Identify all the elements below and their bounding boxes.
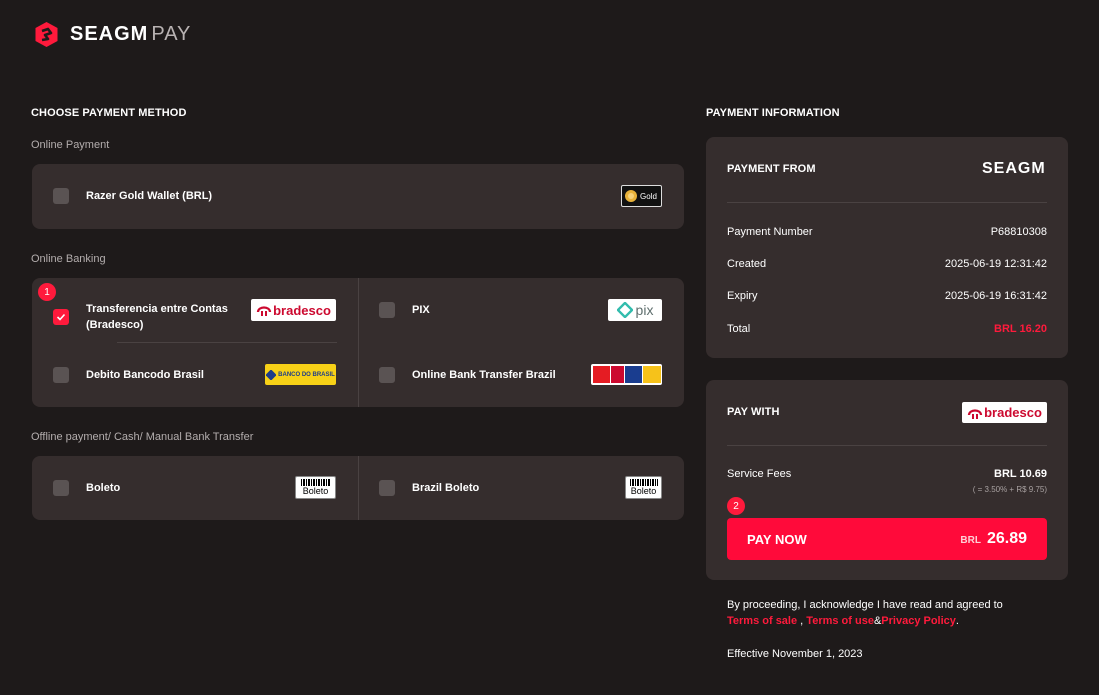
- service-fees-row: Service Fees BRL 10.69: [727, 468, 1047, 480]
- razer-gold-logo-icon: Gold: [621, 185, 662, 207]
- service-fees-label: Service Fees: [727, 468, 792, 480]
- payment-from-divider: [727, 202, 1047, 203]
- online-bank-transfer-checkbox[interactable]: [379, 367, 395, 383]
- online-banking-label: Online Banking: [31, 253, 106, 265]
- bradesco-transfer-checkbox[interactable]: [53, 309, 69, 325]
- payment-information-title: PAYMENT INFORMATION: [706, 107, 840, 119]
- bradesco-logo-icon: bradesco: [251, 299, 336, 321]
- created-value: 2025-06-19 12:31:42: [944, 258, 1047, 270]
- pay-now-label: PAY NOW: [747, 531, 807, 547]
- boleto-logo-icon: Boleto: [295, 476, 336, 499]
- razer-gold-checkbox[interactable]: [53, 188, 69, 204]
- privacy-policy-link[interactable]: Privacy Policy: [881, 615, 956, 627]
- method-label: Transferencia entre Contas (Bradesco): [86, 303, 228, 331]
- merchant-logo: SEAGM: [982, 160, 1046, 177]
- created-row: Created 2025-06-19 12:31:42: [727, 258, 1047, 270]
- effective-date: Effective November 1, 2023: [727, 648, 863, 660]
- boleto-logo-icon: Boleto: [625, 476, 662, 499]
- column-divider: [358, 456, 359, 520]
- payment-number-row: Payment Number P68810308: [727, 226, 1047, 238]
- legal-text: By proceeding, I acknowledge I have read…: [727, 599, 1003, 627]
- terms-of-use-link[interactable]: Terms of use: [806, 615, 874, 627]
- brazil-boleto-checkbox[interactable]: [379, 480, 395, 496]
- step-1-badge: 1: [38, 283, 56, 301]
- service-fees-value: BRL 10.69: [994, 468, 1047, 480]
- online-payment-card: Razer Gold Wallet (BRL) Gold: [32, 164, 684, 229]
- total-row: Total BRL 16.20: [727, 323, 1047, 335]
- method-boleto[interactable]: Boleto: [53, 480, 120, 496]
- pay-with-label: PAY WITH: [727, 406, 780, 418]
- pix-logo-icon: pix: [608, 299, 662, 321]
- row-key: Payment Number: [727, 226, 813, 238]
- expiry-row: Expiry 2025-06-19 16:31:42: [727, 290, 1047, 302]
- choose-payment-method-title: CHOOSE PAYMENT METHOD: [31, 107, 187, 119]
- method-online-bank-transfer-brazil[interactable]: Online Bank Transfer Brazil: [379, 367, 556, 383]
- online-payment-label: Online Payment: [31, 139, 110, 151]
- pay-with-divider: [727, 445, 1047, 446]
- pay-now-button[interactable]: PAY NOW BRL 26.89: [727, 518, 1047, 560]
- pay-now-amount: BRL 26.89: [960, 530, 1027, 547]
- method-label: PIX: [412, 304, 430, 316]
- method-razer-gold[interactable]: Razer Gold Wallet (BRL): [53, 188, 212, 204]
- expiry-value: 2025-06-19 16:31:42: [944, 290, 1047, 302]
- total-value: BRL 16.20: [994, 323, 1047, 335]
- payment-number-value: P68810308: [990, 226, 1047, 238]
- method-pix[interactable]: PIX: [379, 302, 430, 318]
- online-banking-card: 1 Transferencia entre Contas (Bradesco) …: [32, 278, 684, 407]
- row-key: Total: [727, 323, 751, 335]
- brand-name: SEAGM PAY: [70, 22, 192, 45]
- method-label: Razer Gold Wallet (BRL): [86, 190, 213, 202]
- method-banco-do-brasil[interactable]: Debito Bancodo Brasil: [53, 367, 204, 383]
- banco-do-brasil-checkbox[interactable]: [53, 367, 69, 383]
- boleto-checkbox[interactable]: [53, 480, 69, 496]
- offline-payment-card: Boleto Boleto Brazil Boleto Boleto: [32, 456, 684, 520]
- row-key: Expiry: [727, 290, 758, 302]
- terms-of-sale-link[interactable]: Terms of sale: [727, 615, 797, 627]
- method-label: Boleto: [86, 482, 121, 494]
- method-bradesco-transfer[interactable]: Transferencia entre Contas (Bradesco): [53, 301, 228, 333]
- method-label: Brazil Boleto: [412, 482, 480, 494]
- pix-checkbox[interactable]: [379, 302, 395, 318]
- bradesco-logo-icon: bradesco: [962, 402, 1047, 423]
- payment-from-label: PAYMENT FROM: [727, 163, 816, 175]
- column-divider: [358, 278, 359, 407]
- row-divider: [117, 342, 337, 343]
- offline-payment-label: Offline payment/ Cash/ Manual Bank Trans…: [31, 431, 254, 443]
- method-brazil-boleto[interactable]: Brazil Boleto: [379, 480, 479, 496]
- brazil-banks-logo-icon: [591, 364, 662, 385]
- row-key: Created: [727, 258, 767, 270]
- method-label: Debito Bancodo Brasil: [86, 369, 204, 381]
- check-icon: [56, 313, 66, 321]
- method-label: Online Bank Transfer Brazil: [412, 369, 556, 381]
- brand-logo[interactable]: SEAGM PAY: [33, 20, 191, 48]
- banco-do-brasil-logo-icon: BANCO DO BRASIL: [265, 364, 336, 385]
- step-2-badge: 2: [727, 497, 745, 515]
- service-fees-detail: ( = 3.50% + R$ 9.75): [972, 485, 1047, 494]
- seagm-logo-icon: [35, 21, 58, 47]
